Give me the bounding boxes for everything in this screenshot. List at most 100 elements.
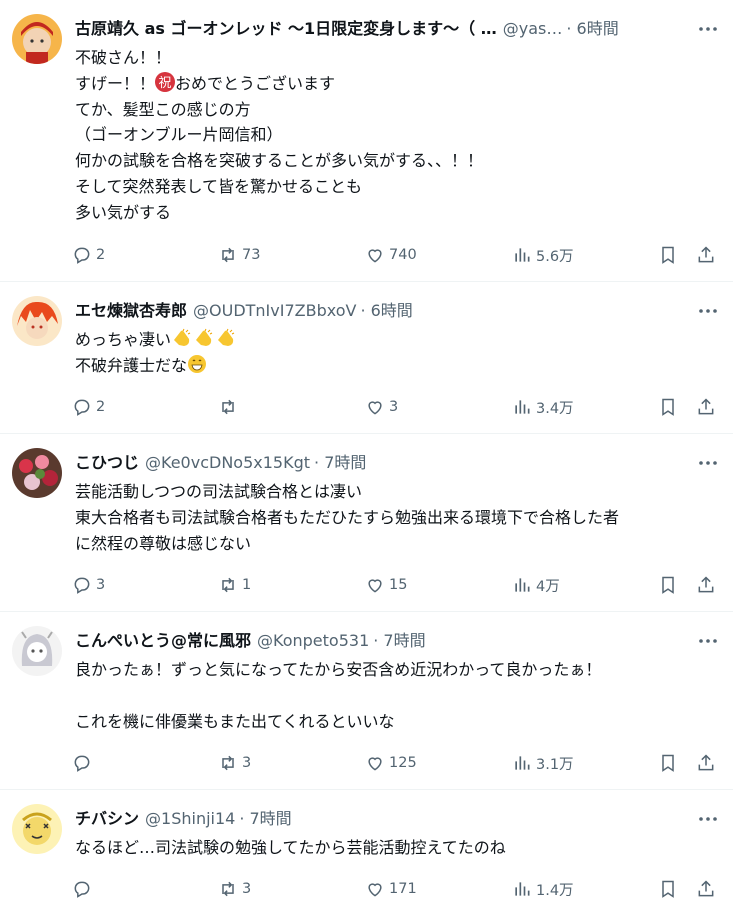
celebrate-emoji: 祝: [155, 71, 176, 92]
views-count: 4万: [536, 578, 560, 595]
share-button[interactable]: [696, 395, 716, 419]
share-button[interactable]: [696, 573, 716, 597]
display-name[interactable]: こんぺいとう@常に風邪: [75, 631, 251, 650]
bookmark-button[interactable]: [658, 395, 678, 419]
bookmark-button[interactable]: [658, 573, 678, 597]
avatar[interactable]: [12, 448, 62, 498]
bookmark-icon: [662, 576, 674, 594]
grin-emoji: [188, 354, 207, 373]
share-icon: [698, 576, 714, 593]
reply-button[interactable]: 2: [72, 243, 105, 267]
repost-button[interactable]: 73: [218, 243, 260, 267]
avatar[interactable]: [12, 804, 62, 854]
text-line: なるほど…司法試験の勉強してたから芸能活動控えてたのね: [75, 838, 506, 857]
display-name[interactable]: こひつじ: [75, 453, 139, 472]
timestamp[interactable]: · 6時間: [360, 301, 412, 320]
share-button[interactable]: [696, 751, 716, 775]
share-icon: [698, 880, 714, 897]
tweet-3[interactable]: こひつじ @Ke0vcDNo5x15Kgt · 7時間 芸能活動しつつの司法試験合格…: [0, 434, 733, 612]
timestamp[interactable]: · 7時間: [239, 809, 291, 828]
text-line: 不破弁護士だな: [75, 353, 713, 379]
like-icon: [368, 757, 382, 771]
views-button[interactable]: 1.4万: [512, 877, 574, 901]
more-icon[interactable]: [697, 301, 719, 321]
tweet-5[interactable]: チバシン @1Shinji14 · 7時間 なるほど…司法試験の勉強してたから芸能活…: [0, 790, 733, 919]
clap-emoji: [196, 328, 213, 346]
display-name[interactable]: エセ煉獄杏寿郎: [75, 301, 187, 320]
more-icon[interactable]: [697, 809, 719, 829]
reply-count: 2: [96, 247, 106, 263]
reply-icon: [74, 881, 90, 898]
views-button[interactable]: 4万: [512, 573, 560, 597]
reply-icon: [74, 577, 90, 594]
tweet-header: チバシン @1Shinji14 · 7時間: [75, 807, 673, 831]
like-button[interactable]: 740: [365, 243, 417, 267]
user-handle[interactable]: @OUDTnIvI7ZBbxoV: [193, 301, 356, 320]
text-line: 何かの試験を合格を突破することが多い気がする、、！！: [75, 151, 484, 171]
user-handle[interactable]: @1Shinji14: [145, 809, 235, 828]
action-bar: 2 3 3.4万: [72, 395, 723, 419]
like-button[interactable]: 171: [365, 877, 417, 901]
repost-button[interactable]: 1: [218, 573, 251, 597]
text-line: 良かったぁ！ずっと気になってたから安否含め近況わかって良かったぁ！: [75, 660, 602, 679]
tweet-4[interactable]: こんぺいとう@常に風邪 @Konpeto531 · 7時間 良かったぁ！ずっと気にな…: [0, 612, 733, 790]
more-icon[interactable]: [697, 453, 719, 473]
timestamp[interactable]: · 6時間: [566, 19, 618, 38]
user-handle[interactable]: @Ke0vcDNo5x15Kgt: [145, 453, 310, 472]
share-button[interactable]: [696, 877, 716, 901]
views-icon: [515, 248, 530, 262]
views-button[interactable]: 3.4万: [512, 395, 574, 419]
reply-icon: [74, 399, 90, 416]
repost-count: 3: [242, 755, 252, 771]
reply-button[interactable]: [72, 877, 96, 901]
tweet-text: 良かったぁ！ずっと気になってたから安否含め近況わかって良かったぁ！ これを機に俳…: [75, 657, 713, 734]
repost-button[interactable]: [218, 395, 242, 419]
repost-button[interactable]: 3: [218, 877, 251, 901]
bookmark-button[interactable]: [658, 243, 678, 267]
text-line: 東大合格者も司法試験合格者もただひたすら勉強出来る環境下で合格した者: [75, 507, 620, 527]
reply-button[interactable]: 3: [72, 573, 105, 597]
tweet-1[interactable]: 古原靖久 as ゴーオンレッド ～1日限定変身します～（ … @yas… · 6時間…: [0, 0, 733, 282]
clap-emoji: [174, 328, 191, 346]
user-handle[interactable]: @yas…: [503, 19, 563, 38]
repost-icon: [222, 755, 234, 771]
reply-button[interactable]: 2: [72, 395, 105, 419]
avatar[interactable]: [12, 626, 62, 676]
bookmark-icon: [662, 754, 674, 772]
more-icon[interactable]: [697, 631, 719, 651]
user-handle[interactable]: @Konpeto531: [257, 631, 369, 650]
bookmark-icon: [662, 246, 674, 264]
tweet-text: 芸能活動しつつの司法試験合格とは凄い 東大合格者も司法試験合格者もただひたすら勉…: [75, 479, 713, 556]
like-count: 15: [389, 577, 408, 593]
reply-button[interactable]: [72, 751, 96, 775]
repost-icon: [222, 399, 234, 415]
repost-button[interactable]: 3: [218, 751, 251, 775]
bookmark-icon: [662, 398, 674, 416]
share-button[interactable]: [696, 243, 716, 267]
text-line: （ゴーオンブルー片岡信和）: [75, 125, 283, 145]
svg-text:祝: 祝: [159, 76, 172, 91]
avatar[interactable]: [12, 296, 62, 346]
more-icon[interactable]: [697, 19, 719, 39]
like-button[interactable]: 125: [365, 751, 417, 775]
timestamp[interactable]: · 7時間: [314, 453, 366, 472]
tweet-header: こひつじ @Ke0vcDNo5x15Kgt · 7時間: [75, 451, 673, 475]
tweet-header: こんぺいとう@常に風邪 @Konpeto531 · 7時間: [75, 629, 673, 653]
display-name[interactable]: 古原靖久 as ゴーオンレッド ～1日限定変身します～（ …: [75, 19, 497, 38]
tweet-2[interactable]: エセ煉獄杏寿郎 @OUDTnIvI7ZBbxoV · 6時間 めっちゃ凄い 不破弁護…: [0, 282, 733, 434]
text-line-part: すげー！！: [75, 73, 156, 93]
bookmark-button[interactable]: [658, 751, 678, 775]
reply-icon: [74, 755, 90, 772]
like-icon: [368, 249, 382, 263]
timestamp[interactable]: · 7時間: [373, 631, 425, 650]
views-button[interactable]: 5.6万: [512, 243, 574, 267]
avatar[interactable]: [12, 14, 62, 64]
views-button[interactable]: 3.1万: [512, 751, 574, 775]
bookmark-button[interactable]: [658, 877, 678, 901]
views-icon: [515, 400, 530, 414]
reply-count: 3: [96, 577, 106, 593]
share-icon: [698, 246, 714, 263]
like-button[interactable]: 15: [365, 573, 407, 597]
display-name[interactable]: チバシン: [75, 809, 139, 828]
like-button[interactable]: 3: [365, 395, 398, 419]
